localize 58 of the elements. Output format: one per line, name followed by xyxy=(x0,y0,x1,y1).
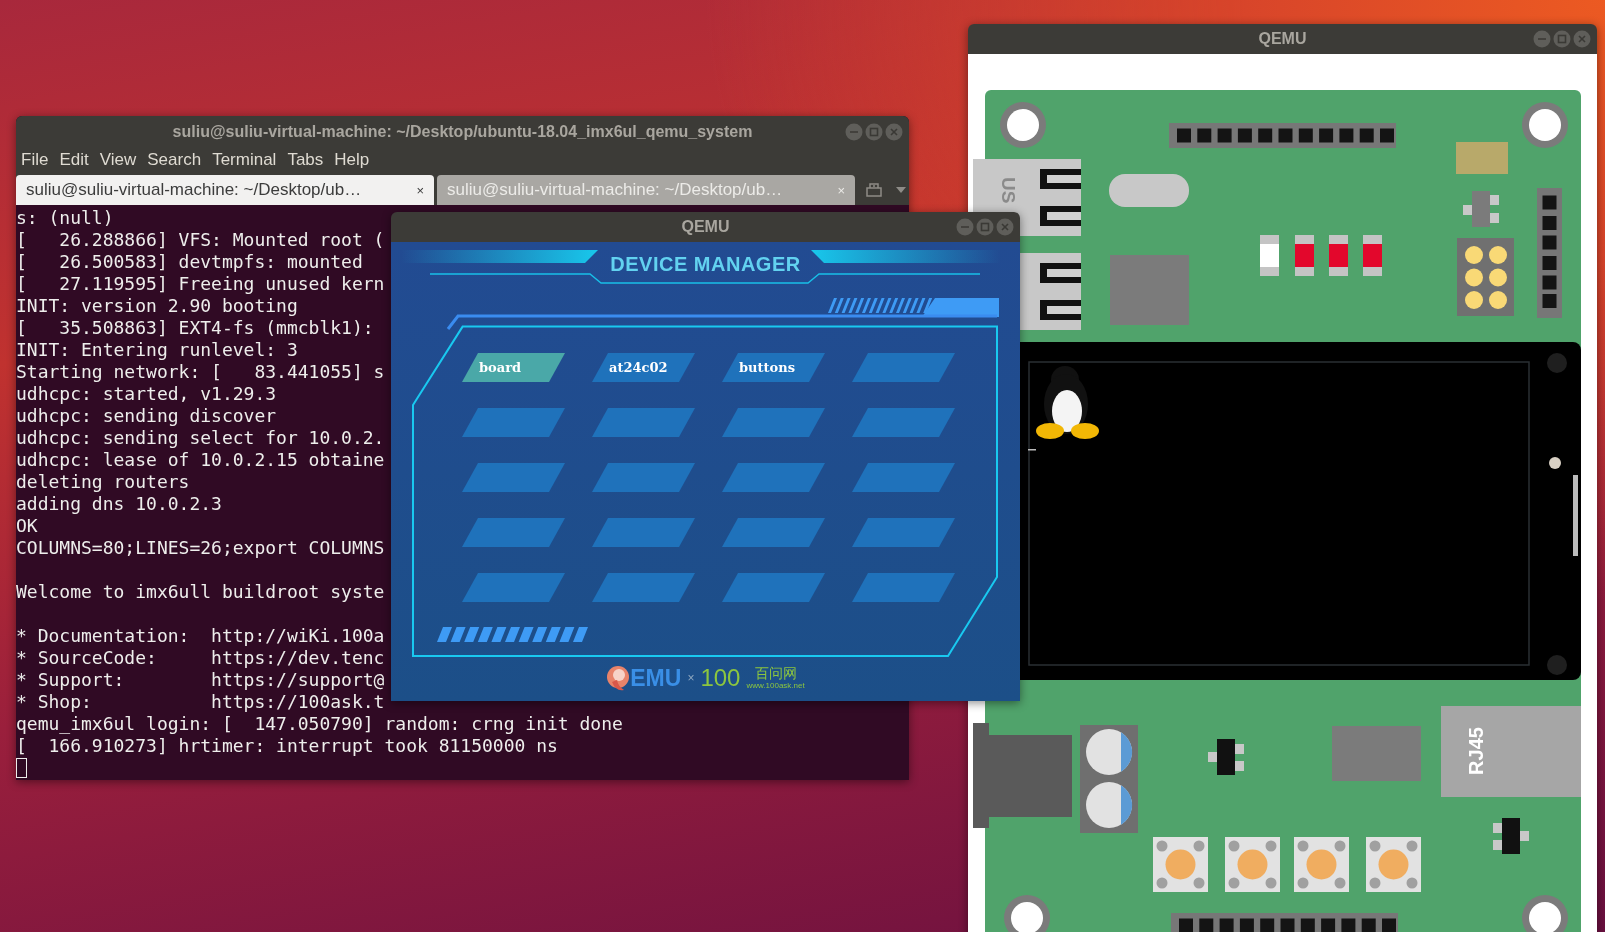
heading: DEVICE MANAGER xyxy=(610,253,801,276)
minimize-button[interactable] xyxy=(956,218,974,236)
terminal-line: [ 166.910273] hrtimer: interrupt took 81150000 ns xyxy=(16,735,558,757)
menu-item[interactable]: Search xyxy=(147,150,202,170)
terminal-line: deleting routers xyxy=(16,471,190,493)
menu-item[interactable]: File xyxy=(21,150,49,170)
new-tab-icon[interactable] xyxy=(866,183,882,197)
port-label: US xyxy=(998,177,1019,204)
separator-text: × xyxy=(687,671,695,685)
window-title: suliu@suliu-virtual-machine: ~/Desktop/ubuntu-18.04_imx6ul_qemu_system xyxy=(172,123,753,141)
terminal-line: * Support: https://support@ xyxy=(16,669,385,691)
terminal-line: [ 27.119595] Freeing unused kern xyxy=(16,273,385,295)
terminal-line: [ 35.508863] EXT4-fs (mmcblk1): xyxy=(16,317,374,339)
terminal-line: udhcpc: sending select for 10.0.2. xyxy=(16,427,385,449)
logo-text: 100 xyxy=(700,664,741,692)
close-button[interactable] xyxy=(1573,30,1591,48)
maximize-button[interactable] xyxy=(865,123,883,141)
tab-close-button[interactable]: × xyxy=(416,182,424,198)
menu-item[interactable]: Help xyxy=(334,150,370,170)
terminal-line: * Documentation: http://wiKi.100a xyxy=(16,625,385,647)
terminal-line: * SourceCode: https://dev.tenc xyxy=(16,647,385,669)
terminal-line: Welcome to imx6ull buildroot syste xyxy=(16,581,385,603)
minimize-button[interactable] xyxy=(845,123,863,141)
terminal-line: INIT: version 2.90 booting xyxy=(16,295,298,317)
terminal-line: INIT: Entering runlevel: 3 xyxy=(16,339,298,361)
menu-item[interactable]: Tabs xyxy=(287,150,324,170)
penguin-icon xyxy=(1036,366,1099,439)
maximize-button[interactable] xyxy=(1553,30,1571,48)
terminal-line: [ 26.500583] devtmpfs: mounted xyxy=(16,251,363,273)
close-button[interactable] xyxy=(885,123,903,141)
maximize-button[interactable] xyxy=(976,218,994,236)
window-title: QEMU xyxy=(1258,30,1307,48)
terminal-line: OK xyxy=(16,515,38,537)
close-button[interactable] xyxy=(996,218,1014,236)
terminal-line: Starting network: [ 83.441055] s xyxy=(16,361,385,383)
terminal-line: udhcpc: lease of 10.0.2.15 obtaine xyxy=(16,449,385,471)
port-label: RJ45 xyxy=(1465,727,1487,775)
terminal-line: udhcpc: started, v1.29.3 xyxy=(16,383,277,405)
terminal-line: [ 26.288866] VFS: Mounted root ( xyxy=(16,229,385,251)
menu-item[interactable]: Edit xyxy=(59,150,89,170)
terminal-line: * Shop: https://100ask.t xyxy=(16,691,385,713)
terminal-line: COLUMNS=80;LINES=26;export COLUMNS xyxy=(16,537,385,559)
terminal-line: qemu_imx6ul login: [ 147.050790] random: crng init done xyxy=(16,713,623,735)
device-button[interactable]: at24c02 xyxy=(592,353,695,382)
minimize-button[interactable] xyxy=(1533,30,1551,48)
logo-text: www.100ask.net xyxy=(746,681,805,690)
logo-text: EMU xyxy=(630,664,682,692)
window-title: QEMU xyxy=(681,218,730,236)
text-cursor xyxy=(16,758,27,778)
logo-text: 百问网 xyxy=(754,666,797,681)
terminal-line: udhcpc: sending discover xyxy=(16,405,277,427)
menu-item[interactable]: View xyxy=(99,150,137,170)
menu-item[interactable]: Terminal xyxy=(212,150,277,170)
terminal-line: s: (null) xyxy=(16,207,114,229)
terminal-line: adding dns 10.0.2.3 xyxy=(16,493,222,515)
tab[interactable]: suliu@suliu-virtual-machine: ~/Desktop/ub… × xyxy=(16,175,434,205)
caret-icon[interactable] xyxy=(896,187,906,193)
device-button[interactable]: buttons xyxy=(722,353,825,382)
